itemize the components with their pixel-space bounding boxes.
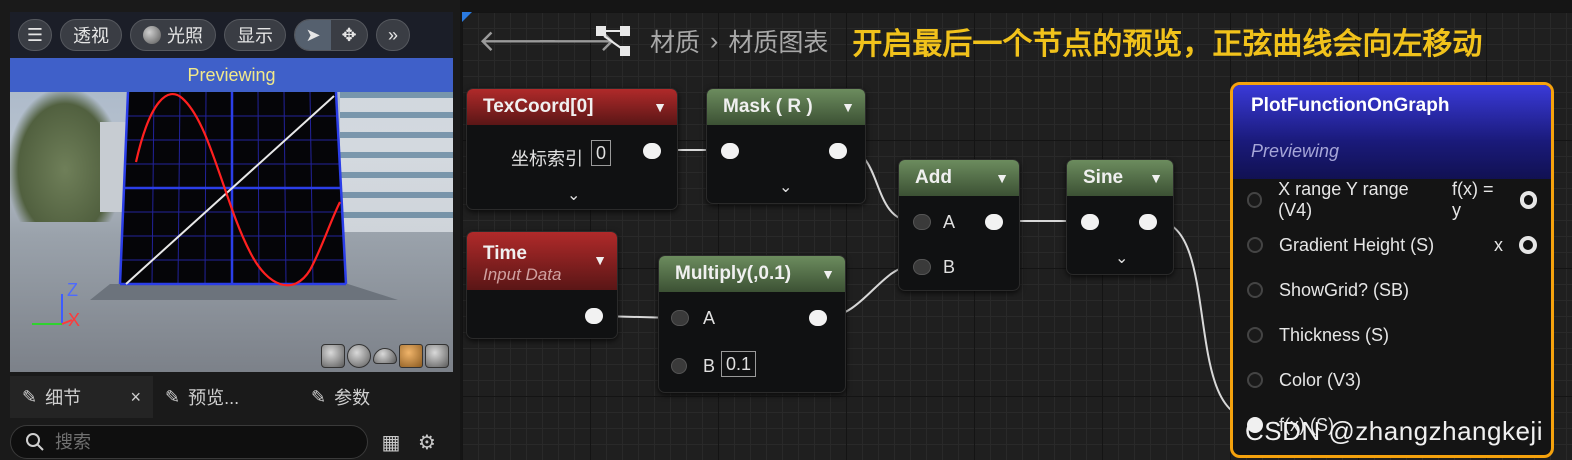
output-pin[interactable]: [985, 214, 1003, 230]
output-pin[interactable]: [809, 310, 827, 326]
double-chevron-right-icon: »: [387, 24, 398, 45]
node-header: Add ▼: [899, 160, 1019, 196]
chevron-down-icon[interactable]: ▼: [821, 266, 835, 282]
search-icon: [26, 433, 44, 451]
mesh-shape-icon[interactable]: [425, 344, 449, 368]
pencil-icon: ✎: [165, 386, 181, 407]
output-pin[interactable]: [829, 143, 847, 159]
coordinate-index-label: 坐标索引: [511, 149, 583, 169]
node-texcoord[interactable]: TexCoord[0] ▼ 坐标索引 0 ⌄: [466, 88, 678, 210]
input-pin[interactable]: [1247, 282, 1263, 298]
previewing-banner: Previewing: [10, 58, 453, 92]
axis-gizmo-icon: [32, 294, 73, 325]
node-header: Sine ▼: [1067, 160, 1173, 196]
cylinder-shape-icon[interactable]: [321, 344, 345, 368]
preview-shape-selector: [321, 344, 449, 368]
node-header: Multiply(,0.1) ▼: [659, 256, 845, 292]
output-pin[interactable]: [1139, 214, 1157, 230]
node-time[interactable]: Time Input Data ▼: [466, 231, 618, 339]
input-pin-b[interactable]: [671, 358, 687, 374]
b-value-field[interactable]: 0.1: [721, 351, 757, 377]
output-pin[interactable]: [585, 308, 603, 324]
move-icon[interactable]: ✥: [331, 20, 367, 50]
watermark: CSDN @zhangzhangkeji: [1245, 416, 1543, 446]
sphere-shape-icon[interactable]: [347, 344, 371, 368]
chevron-down-icon[interactable]: ▼: [841, 99, 855, 115]
search-box[interactable]: [10, 425, 368, 459]
node-plot-function-on-graph[interactable]: PlotFunctionOnGraph Previewing X range Y…: [1230, 82, 1554, 458]
hamburger-icon: ☰: [26, 24, 44, 45]
output-pin-x[interactable]: [1519, 236, 1537, 254]
input-row-show-grid: ShowGrid? (SB): [1247, 278, 1409, 302]
input-pin-a[interactable]: [671, 310, 689, 326]
input-row-thickness: Thickness (S): [1247, 323, 1389, 347]
plane-shape-icon[interactable]: [373, 348, 397, 364]
node-header: Mask ( R ) ▼: [707, 89, 865, 125]
input-row-color: Color (V3): [1247, 368, 1361, 392]
tab-preview[interactable]: ✎ 预览...: [153, 376, 299, 418]
left-panel: ☰ 透视 光照 显示 ➤ ✥ » Previewing Z X ✎ 细节 × ✎…: [0, 0, 460, 460]
search-row: ▦ ⚙: [10, 424, 453, 460]
input-pin[interactable]: [1247, 237, 1263, 253]
output-pin-fx[interactable]: [1519, 191, 1537, 209]
output-pin[interactable]: [643, 143, 661, 159]
table-view-icon[interactable]: ▦: [378, 429, 404, 455]
expand-chevron-icon[interactable]: ⌄: [779, 177, 792, 197]
node-header: Time Input Data ▼: [467, 232, 617, 290]
close-icon[interactable]: ×: [130, 387, 141, 408]
light-sphere-icon: [143, 26, 161, 44]
select-cursor-icon[interactable]: ➤: [295, 20, 331, 50]
pin-a-label: A: [943, 212, 956, 232]
node-header: TexCoord[0] ▼: [467, 89, 677, 125]
expand-chevron-icon[interactable]: ⌄: [567, 185, 580, 205]
input-pin[interactable]: [721, 143, 739, 159]
perspective-button[interactable]: 透视: [60, 19, 122, 51]
pin-a-label: A: [703, 308, 716, 328]
lighting-button[interactable]: 光照: [130, 19, 216, 51]
more-options-button[interactable]: »: [376, 19, 410, 51]
chevron-down-icon[interactable]: ▼: [1149, 170, 1163, 186]
pencil-icon: ✎: [311, 386, 327, 407]
tab-parameters[interactable]: ✎ 参数: [299, 376, 382, 418]
input-row-gradient-height: Gradient Height (S) x: [1247, 233, 1537, 257]
expand-chevron-icon[interactable]: ⌄: [1115, 248, 1128, 268]
node-title: PlotFunctionOnGraph: [1251, 95, 1450, 116]
input-pin[interactable]: [1247, 192, 1263, 208]
input-pin-b[interactable]: [913, 259, 931, 275]
node-sine[interactable]: Sine ▼ ⌄: [1066, 159, 1174, 275]
output-label-fx: f(x) = y: [1451, 179, 1494, 220]
node-add[interactable]: Add ▼ A B: [898, 159, 1020, 291]
tab-details[interactable]: ✎ 细节 ×: [10, 376, 153, 418]
material-preview-viewport[interactable]: ☰ 透视 光照 显示 ➤ ✥ » Previewing Z X: [10, 12, 453, 372]
cube-shape-icon[interactable]: [399, 344, 423, 368]
node-header: PlotFunctionOnGraph Previewing: [1233, 85, 1551, 179]
show-button[interactable]: 显示: [224, 19, 286, 51]
chevron-down-icon[interactable]: ▼: [995, 170, 1009, 186]
pin-b-label: B: [703, 356, 716, 376]
coordinate-index-field[interactable]: 0: [591, 140, 612, 166]
input-pin[interactable]: [1081, 214, 1099, 230]
chevron-down-icon[interactable]: ▼: [653, 99, 667, 115]
chevron-down-icon[interactable]: ▼: [593, 252, 607, 268]
pencil-icon: ✎: [22, 386, 38, 407]
node-subtitle: Previewing: [1251, 141, 1340, 161]
input-row-range: X range Y range (V4) f(x) = y: [1247, 179, 1537, 220]
panel-tab-bar: ✎ 细节 × ✎ 预览... ✎ 参数: [10, 376, 453, 418]
viewport-menu-button[interactable]: ☰: [18, 19, 52, 51]
pin-b-label: B: [943, 257, 956, 277]
preview-floor-shadow: [90, 284, 398, 300]
node-multiply[interactable]: Multiply(,0.1) ▼ A B 0.1: [658, 255, 846, 393]
input-pin[interactable]: [1247, 327, 1263, 343]
material-graph-canvas[interactable]: 🡐 🡒 材质 › 材质图表 开启最后一个节点的预览，正弦曲线会向左移动 TexC…: [462, 12, 1572, 460]
search-input[interactable]: [55, 431, 335, 453]
input-pin-a[interactable]: [913, 214, 931, 230]
input-pin[interactable]: [1247, 372, 1263, 388]
node-mask[interactable]: Mask ( R ) ▼ ⌄: [706, 88, 866, 204]
gear-icon[interactable]: ⚙: [414, 429, 440, 455]
viewport-toolbar: ☰ 透视 光照 显示 ➤ ✥ »: [10, 12, 453, 58]
transform-tool-group: ➤ ✥: [294, 19, 368, 51]
output-label-x: x: [1494, 234, 1503, 255]
